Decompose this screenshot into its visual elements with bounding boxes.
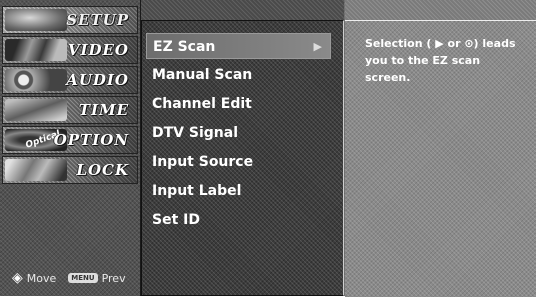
menu-item-input-source[interactable]: Input Source xyxy=(152,149,337,175)
menu-item-set-id[interactable]: Set ID xyxy=(152,207,337,233)
help-text: Selection ( ▶ or ⊙) leads you to the EZ … xyxy=(365,37,516,84)
menu-item-label: Channel Edit xyxy=(152,96,252,112)
tab-label: VIDEO xyxy=(67,41,129,59)
move-label: Move xyxy=(26,271,57,285)
menu-item-dtv-signal[interactable]: DTV Signal xyxy=(152,120,337,146)
tab-setup[interactable]: SETUP xyxy=(2,6,138,34)
tab-video[interactable]: VIDEO xyxy=(2,36,138,64)
menu-item-label: Input Label xyxy=(152,183,242,199)
audio-image xyxy=(5,69,67,91)
tv-menu-screen: SETUP VIDEO AUDIO TIME Optical OPTION LO… xyxy=(0,0,536,297)
arrow-right-icon: ▶ xyxy=(313,40,322,53)
submenu-header xyxy=(141,0,344,20)
setup-image xyxy=(5,9,67,31)
main-menu: SETUP VIDEO AUDIO TIME Optical OPTION LO… xyxy=(0,0,141,296)
tab-label: TIME xyxy=(78,101,129,119)
menu-key-icon: MENU xyxy=(68,273,98,283)
menu-item-label: Input Source xyxy=(152,154,254,170)
menu-item-label: DTV Signal xyxy=(152,125,238,141)
menu-item-manual-scan[interactable]: Manual Scan xyxy=(152,62,337,88)
lock-image xyxy=(5,159,67,181)
tab-lock[interactable]: LOCK xyxy=(2,156,138,184)
menu-item-label: Manual Scan xyxy=(152,67,253,83)
help-header xyxy=(345,0,536,20)
tab-label: SETUP xyxy=(66,11,129,29)
tab-label: LOCK xyxy=(76,161,129,179)
help-panel: Selection ( ▶ or ⊙) leads you to the EZ … xyxy=(345,20,536,297)
time-image xyxy=(5,99,67,121)
tab-option[interactable]: Optical OPTION xyxy=(2,126,138,154)
menu-item-channel-edit[interactable]: Channel Edit xyxy=(152,91,337,117)
menu-item-label: Set ID xyxy=(152,212,200,228)
menu-item-ez-scan[interactable]: EZ Scan ▶ xyxy=(146,33,331,59)
tab-time[interactable]: TIME xyxy=(2,96,138,124)
tab-label: AUDIO xyxy=(66,71,129,89)
move-icon: ◈ xyxy=(12,270,23,286)
menu-item-label: EZ Scan xyxy=(153,39,216,55)
menu-item-input-label[interactable]: Input Label xyxy=(152,178,337,204)
tab-audio[interactable]: AUDIO xyxy=(2,66,138,94)
navigation-hint: ◈ Move MENU Prev xyxy=(12,268,126,288)
setup-submenu: EZ Scan ▶ Manual Scan Channel Edit DTV S… xyxy=(141,20,344,296)
prev-label: Prev xyxy=(101,271,126,285)
tab-label: OPTION xyxy=(53,131,129,149)
video-image xyxy=(5,39,67,61)
